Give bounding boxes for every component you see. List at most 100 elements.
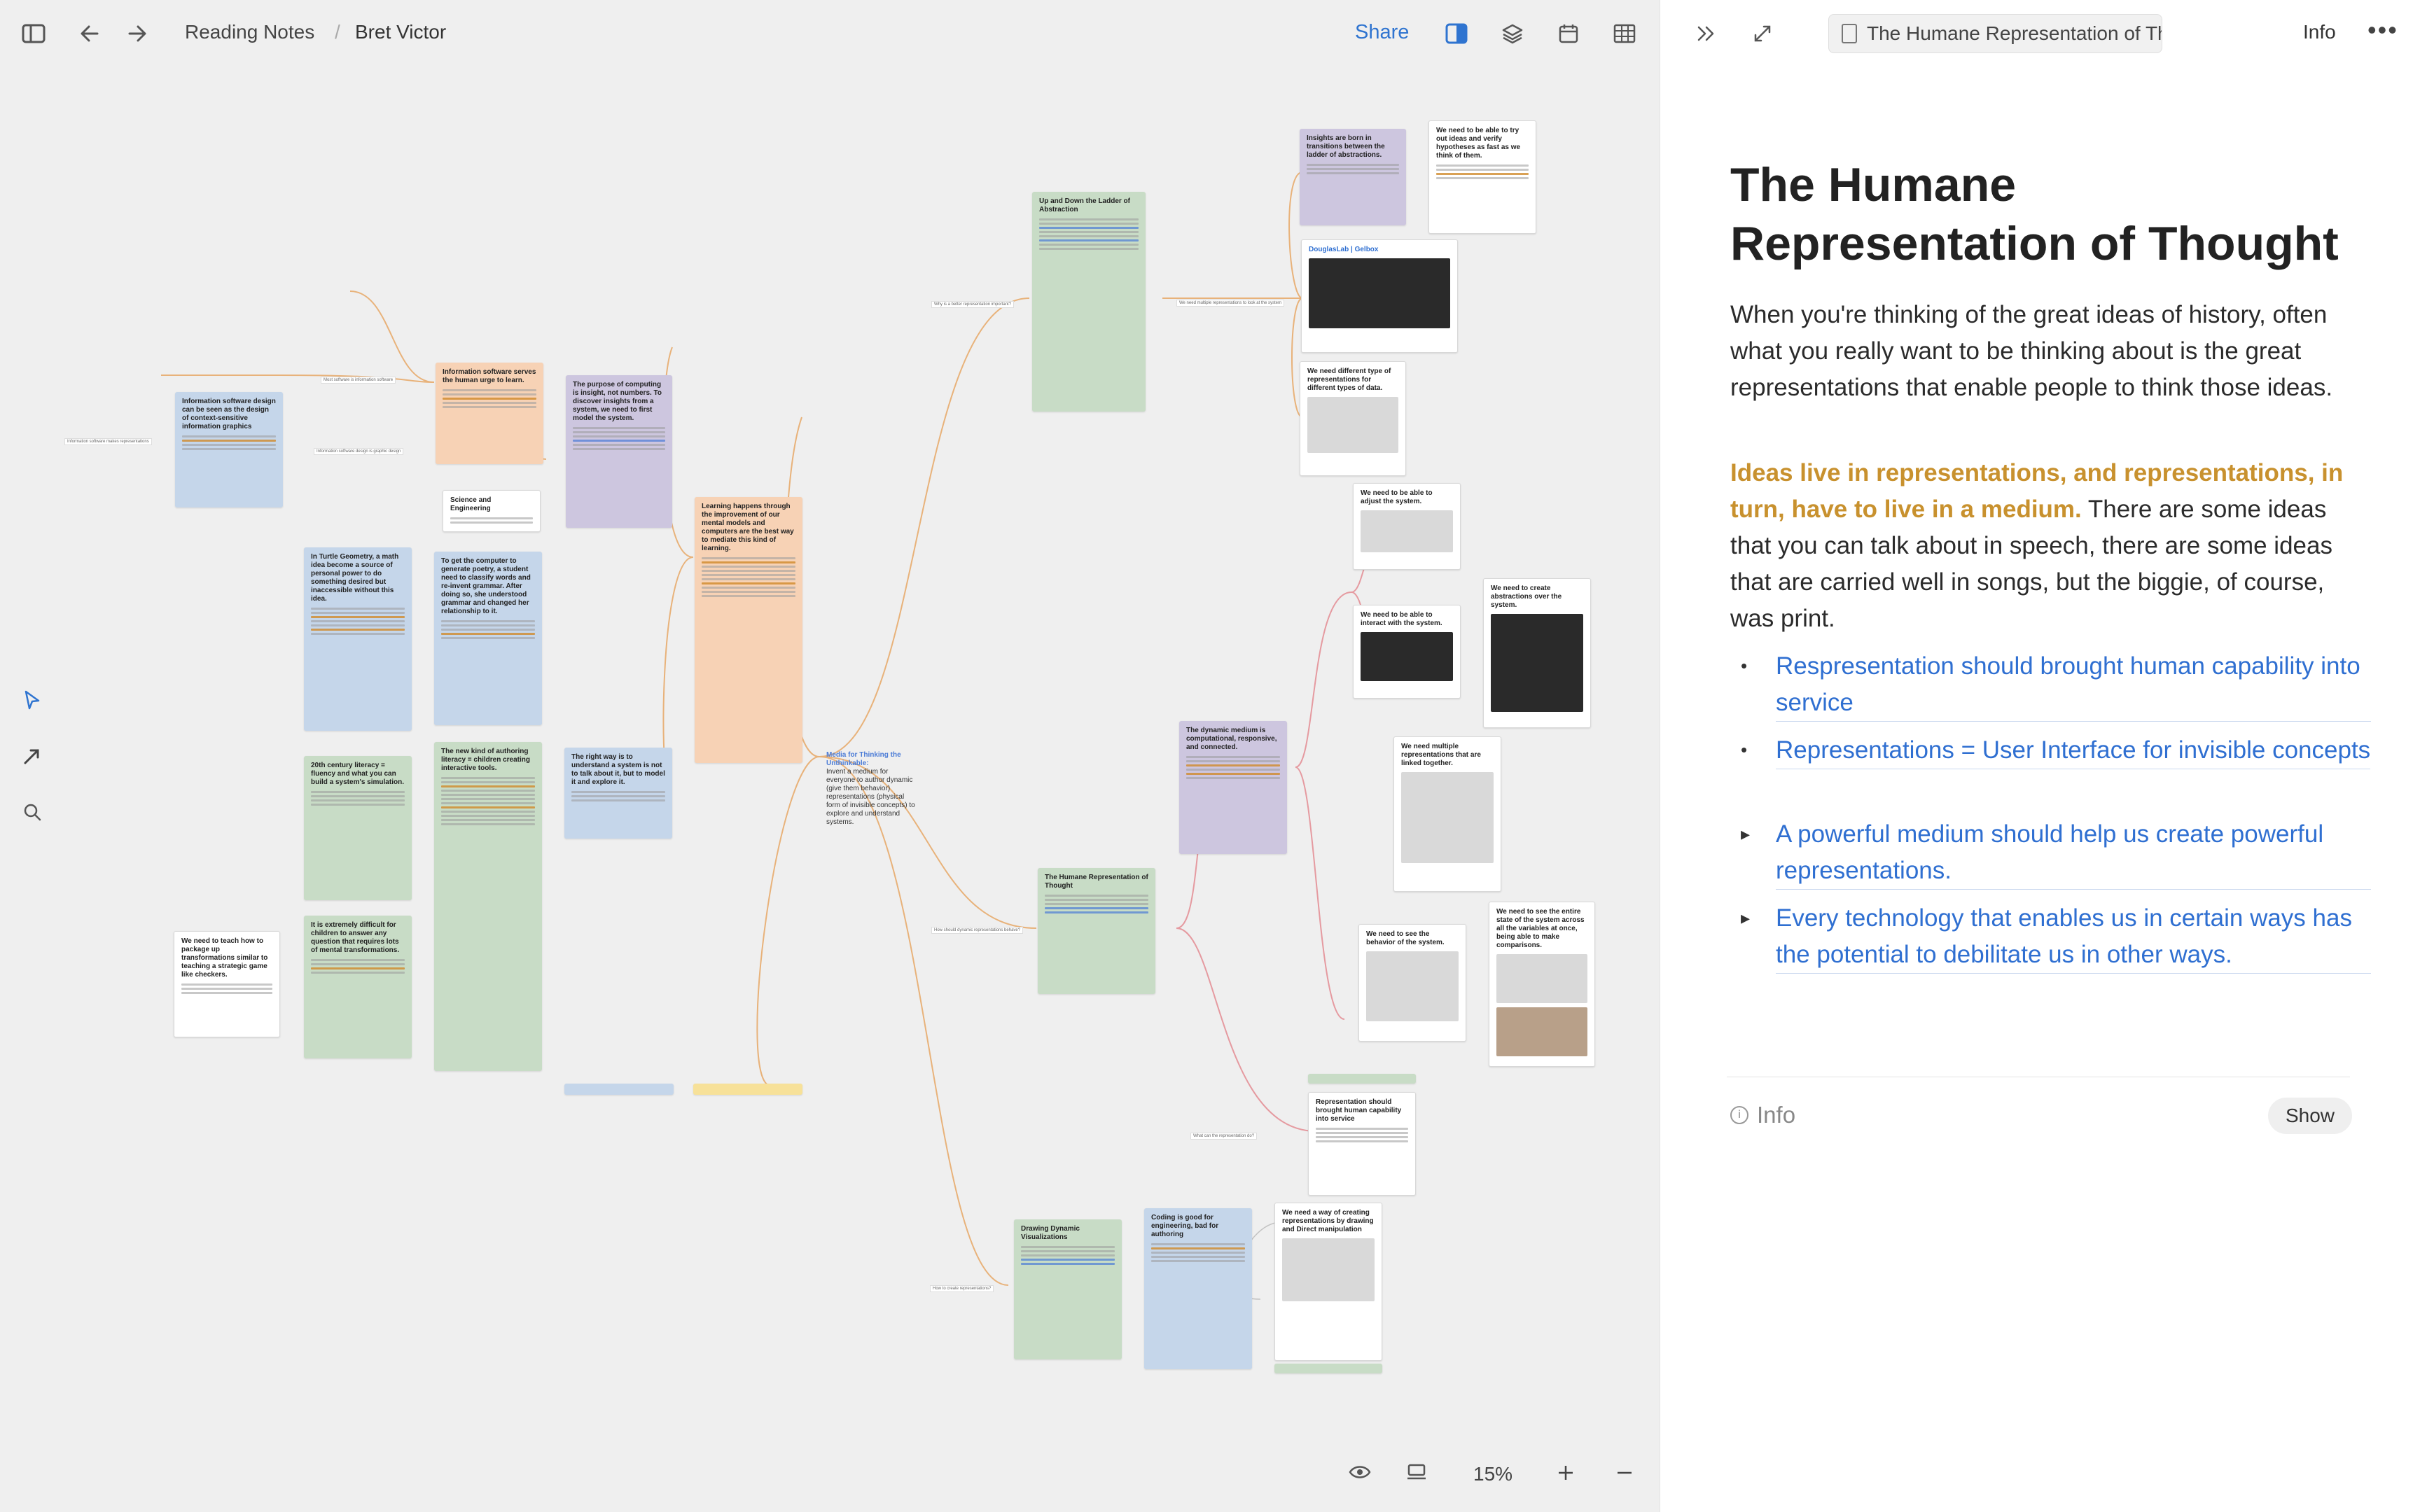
bullet-link[interactable]: Respresentation should brought human cap… (1776, 648, 2371, 722)
note-card[interactable]: We need to be able to adjust the system. (1353, 483, 1461, 570)
grid-icon[interactable] (1611, 20, 1639, 48)
card-title: The Humane Representation of Thought (1045, 874, 1148, 890)
document-paragraph[interactable]: Ideas live in representations, and repre… (1730, 455, 2360, 637)
central-node[interactable]: Media for Thinking the Unthinkable: Inve… (826, 751, 917, 827)
note-card[interactable]: In Turtle Geometry, a math idea become a… (304, 547, 412, 731)
note-card[interactable]: Insights are born in transitions between… (1300, 129, 1406, 225)
note-card[interactable]: We need to be able to interact with the … (1353, 605, 1461, 699)
card-title: We need to be able to adjust the system. (1361, 489, 1433, 505)
card-title: We need to see the behavior of the syste… (1366, 930, 1445, 946)
note-card[interactable]: We need to see the entire state of the s… (1489, 902, 1595, 1067)
note-card[interactable]: We need multiple representations that ar… (1393, 736, 1501, 892)
note-card[interactable]: 20th century literacy = fluency and what… (304, 756, 412, 900)
zoom-in-icon[interactable] (1556, 1463, 1576, 1488)
document-panel: The Humane Representation of Tho... Info… (1660, 0, 2420, 1512)
back-arrow-icon[interactable] (76, 20, 104, 48)
bullet-link[interactable]: Every technology that enables us in cert… (1776, 900, 2371, 974)
card-title: The dynamic medium is computational, res… (1186, 727, 1277, 751)
node-label: We need multiple representations to look… (1176, 300, 1284, 307)
collapse-toggle-icon[interactable]: ▸ (1741, 816, 1776, 890)
bullet-item[interactable]: • Respresentation should brought human c… (1741, 648, 2371, 722)
info-label: Info (1757, 1102, 1796, 1128)
document-title[interactable]: The Humane Representation of Thought (1730, 155, 2374, 273)
node-label: What can the representation do? (1190, 1133, 1258, 1140)
card-title: Up and Down the Ladder of Abstraction (1039, 197, 1130, 214)
note-card[interactable]: We need different type of representation… (1300, 361, 1406, 476)
info-circle-icon: i (1730, 1106, 1748, 1124)
note-card[interactable]: Coding is good for engineering, bad for … (1144, 1208, 1252, 1369)
node-label: Information software makes representatio… (64, 438, 152, 445)
card-title: We need to create abstractions over the … (1491, 584, 1562, 609)
expand-icon[interactable] (1748, 20, 1776, 48)
canvas-area[interactable]: Reading Notes / Bret Victor Share Inform… (0, 0, 1660, 1512)
eye-icon[interactable] (1349, 1463, 1371, 1485)
collapse-toggle-icon[interactable]: ▸ (1741, 900, 1776, 974)
card-title: We need to be able to try out ideas and … (1436, 127, 1521, 160)
pointer-icon[interactable] (18, 686, 46, 714)
collapse-panel-icon[interactable] (1692, 20, 1720, 48)
card-title: Science and Engineering (450, 496, 492, 512)
note-card[interactable]: The dynamic medium is computational, res… (1179, 721, 1287, 854)
note-card[interactable]: Drawing Dynamic Visualizations (1014, 1219, 1122, 1359)
central-node-body: Invent a medium for everyone to author d… (826, 768, 915, 826)
card-title: We need multiple representations that ar… (1401, 743, 1481, 767)
share-button[interactable]: Share (1355, 21, 1409, 44)
note-card[interactable]: To get the computer to generate poetry, … (434, 552, 542, 725)
bullet-link[interactable]: Representations = User Interface for inv… (1776, 732, 2371, 769)
note-card[interactable]: It is extremely difficult for children t… (304, 916, 412, 1058)
note-card[interactable]: The new kind of authoring literacy = chi… (434, 742, 542, 1071)
note-card[interactable]: Information software serves the human ur… (436, 363, 543, 464)
frame-icon[interactable] (1406, 1463, 1427, 1486)
show-info-button[interactable]: Show (2268, 1098, 2352, 1134)
split-view-icon[interactable] (1442, 20, 1470, 48)
card-title: The purpose of computing is insight, not… (573, 381, 662, 422)
topic-tag[interactable] (564, 1084, 674, 1095)
card-title: We need to teach how to package up trans… (181, 937, 268, 979)
more-options-icon[interactable]: ••• (2367, 15, 2398, 45)
note-card[interactable]: We need to be able to try out ideas and … (1428, 120, 1536, 234)
bullet-item[interactable]: • Representations = User Interface for i… (1741, 732, 2371, 769)
zoom-out-icon[interactable] (1615, 1463, 1634, 1488)
forward-arrow-icon[interactable] (123, 20, 151, 48)
breadcrumb-bret-victor[interactable]: Bret Victor (355, 21, 446, 43)
info-tab[interactable]: Info (2303, 21, 2336, 43)
layers-icon[interactable] (1498, 20, 1527, 48)
card-title: The right way is to understand a system … (571, 753, 665, 786)
card-title: In Turtle Geometry, a math idea become a… (311, 553, 399, 603)
bullet-item[interactable]: ▸ A powerful medium should help us creat… (1741, 816, 2371, 890)
bullet-link[interactable]: A powerful medium should help us create … (1776, 816, 2371, 890)
central-node-title: Media for Thinking the Unthinkable: (826, 751, 901, 767)
card-title: Coding is good for engineering, bad for … (1151, 1214, 1219, 1238)
note-card[interactable]: Up and Down the Ladder of Abstraction (1032, 192, 1146, 412)
note-card[interactable]: The right way is to understand a system … (564, 748, 672, 839)
note-card[interactable]: Representation should brought human capa… (1308, 1092, 1416, 1196)
topic-tag[interactable] (1308, 1074, 1416, 1084)
document-tab[interactable]: The Humane Representation of Tho... (1828, 14, 2162, 53)
note-card[interactable]: We need to create abstractions over the … (1483, 578, 1591, 728)
note-card[interactable]: Information software design can be seen … (175, 392, 283, 507)
info-section-header: i Info (1730, 1102, 1795, 1128)
card-title: We need to see the entire state of the s… (1496, 908, 1585, 949)
note-card[interactable]: Science and Engineering (443, 490, 541, 532)
topic-tag[interactable] (1274, 1364, 1382, 1373)
document-icon (1842, 24, 1857, 43)
calendar-icon[interactable] (1555, 20, 1583, 48)
note-card[interactable]: We need to see the behavior of the syste… (1358, 924, 1466, 1042)
document-paragraph[interactable]: When you're thinking of the great ideas … (1730, 297, 2360, 406)
note-card[interactable]: DouglasLab | Gelbox (1301, 239, 1458, 353)
search-icon[interactable] (18, 798, 46, 826)
note-card[interactable]: We need to teach how to package up trans… (174, 931, 280, 1037)
note-card[interactable]: We need a way of creating representation… (1274, 1203, 1382, 1361)
card-title: We need different type of representation… (1307, 368, 1391, 392)
breadcrumb-separator: / (335, 21, 340, 43)
bullet-item[interactable]: ▸ Every technology that enables us in ce… (1741, 900, 2371, 974)
note-card[interactable]: The purpose of computing is insight, not… (566, 375, 672, 528)
note-card[interactable]: The Humane Representation of Thought (1038, 868, 1155, 994)
topic-tag[interactable] (693, 1084, 802, 1095)
card-title: Representation should brought human capa… (1316, 1098, 1402, 1123)
sidebar-toggle-icon[interactable] (20, 20, 48, 48)
zoom-level[interactable]: 15% (1473, 1463, 1512, 1485)
breadcrumb-reading-notes[interactable]: Reading Notes (185, 21, 314, 43)
connector-arrow-icon[interactable] (18, 742, 46, 770)
note-card[interactable]: Learning happens through the improvement… (695, 497, 802, 763)
